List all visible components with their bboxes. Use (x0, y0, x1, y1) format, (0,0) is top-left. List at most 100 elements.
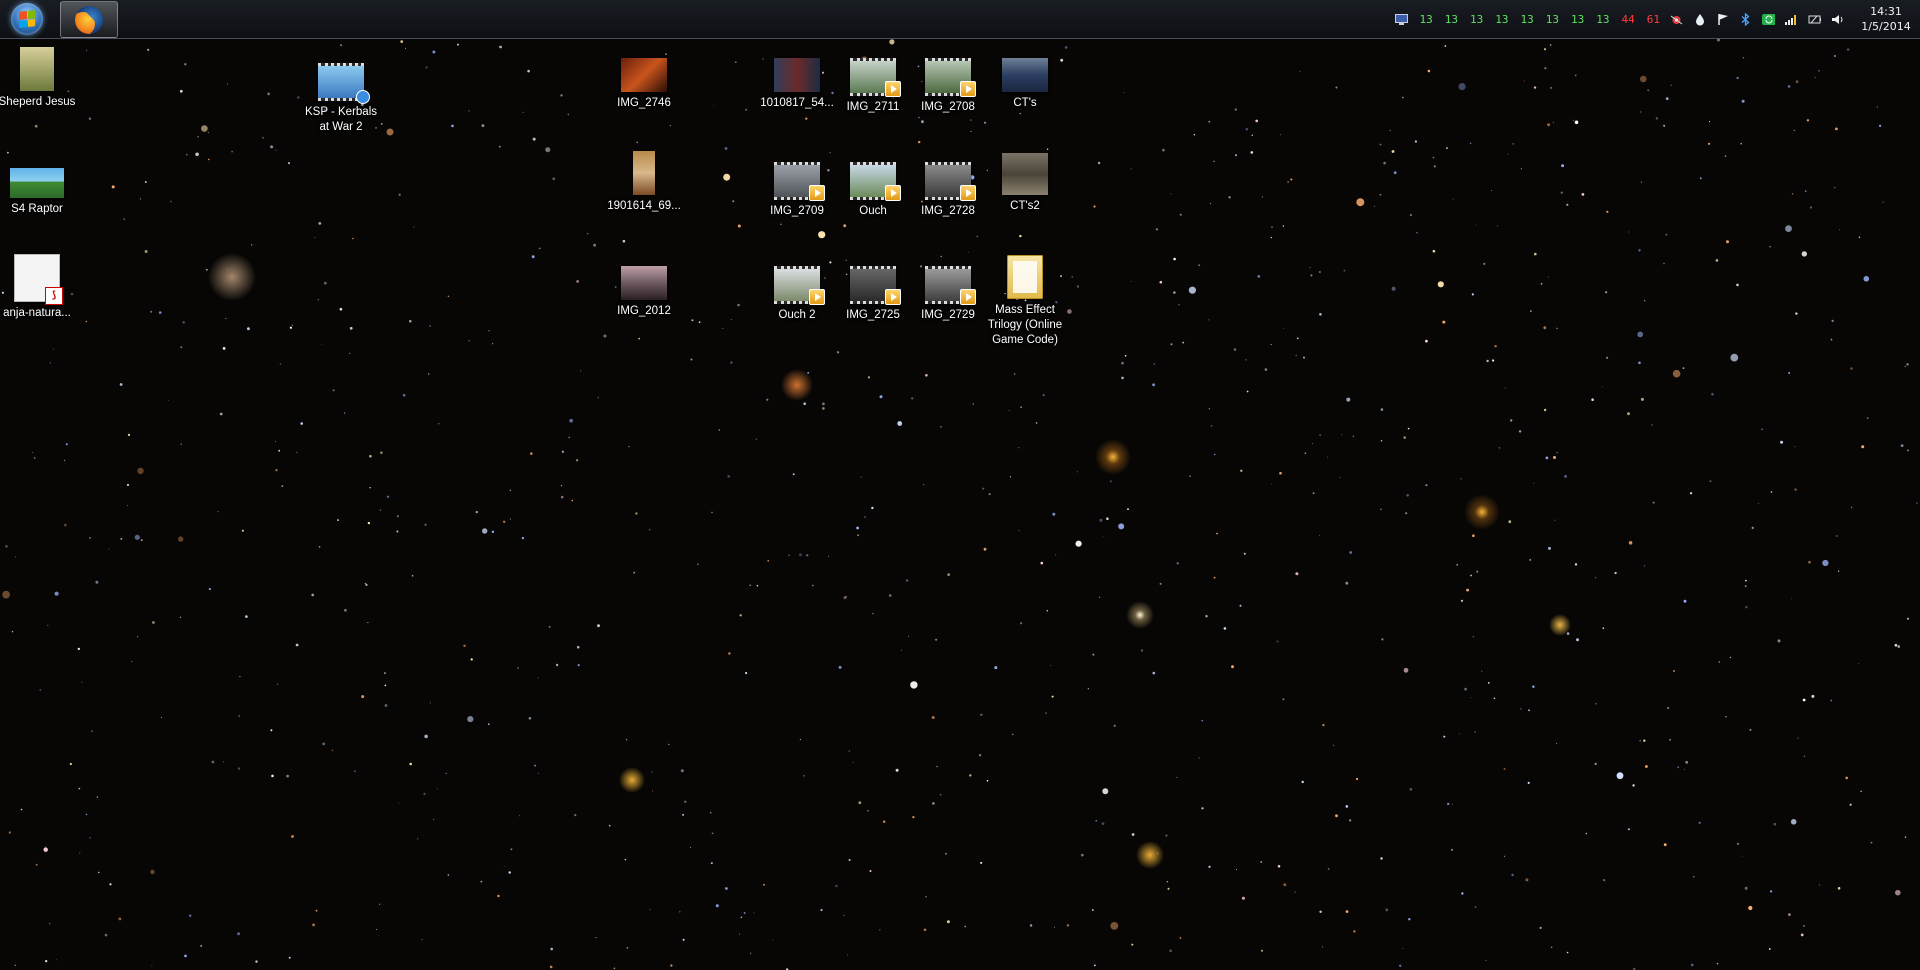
star (1794, 488, 1797, 491)
tray-counter[interactable]: 13 (1420, 13, 1433, 26)
star (1405, 512, 1408, 515)
star (1472, 534, 1475, 537)
star (467, 716, 474, 723)
taskbar-app-firefox[interactable] (60, 1, 118, 38)
star (1425, 339, 1428, 343)
desktop-icon-cts2[interactable]: CT's2 (984, 153, 1066, 214)
tray-counter[interactable]: 13 (1495, 13, 1508, 26)
star (925, 896, 927, 898)
desktop-icon-label: CT's (1013, 97, 1037, 109)
star (1283, 883, 1287, 887)
star (111, 185, 115, 189)
star (843, 914, 845, 916)
star (978, 754, 982, 757)
desktop-icon-ouch-2[interactable]: Ouch 2 (756, 266, 838, 323)
desktop-icon-img-2746[interactable]: IMG_2746 (603, 58, 685, 111)
tray-counter[interactable]: 13 (1470, 13, 1483, 26)
tray-counter[interactable]: 44 (1622, 13, 1635, 26)
star (1594, 577, 1597, 579)
desktop-icon-ksp-kerbals-at-war-2[interactable]: KSP - Kerbals at War 2 (300, 63, 382, 135)
star (1094, 964, 1096, 967)
star (1822, 559, 1829, 567)
star (1458, 733, 1460, 735)
tray-counter[interactable]: 13 (1546, 13, 1559, 26)
star (1019, 234, 1022, 238)
sync-icon[interactable] (1762, 13, 1775, 26)
star (1239, 604, 1242, 607)
star (432, 50, 436, 54)
star (772, 939, 774, 941)
star (982, 487, 985, 490)
desktop-icon-sheperd-jesus[interactable]: Sheperd Jesus (0, 47, 78, 110)
start-button[interactable] (4, 1, 50, 37)
star (1255, 119, 1258, 123)
star (1523, 80, 1525, 82)
desktop-icon-img-2728[interactable]: IMG_2728 (907, 162, 989, 219)
desktop-icon-cts[interactable]: CT's (984, 58, 1066, 111)
star (1035, 422, 1038, 424)
star (34, 124, 38, 128)
system-clock[interactable]: 14:31 1/5/2014 (1852, 4, 1920, 34)
star (691, 319, 694, 322)
bug-icon[interactable] (1670, 13, 1683, 26)
desktop-icon-img-2725[interactable]: IMG_2725 (832, 266, 914, 323)
star (1159, 280, 1163, 284)
star (367, 521, 371, 525)
star (970, 131, 972, 132)
star (805, 117, 808, 120)
desktop-icon-anja-natura[interactable]: ⟆ anja-natura... (0, 254, 78, 321)
action-center-flag-icon[interactable] (1716, 13, 1729, 26)
bluetooth-icon[interactable] (1739, 12, 1752, 26)
star (288, 956, 291, 959)
star (988, 493, 991, 496)
desktop-icon-ouch[interactable]: Ouch (832, 162, 914, 219)
star (1507, 153, 1509, 155)
tray-counter[interactable]: 13 (1445, 13, 1458, 26)
star (429, 325, 431, 327)
star (976, 235, 978, 238)
tray-counter[interactable]: 13 (1596, 13, 1609, 26)
star (291, 324, 293, 326)
desktop-icon-1010817-54[interactable]: 1010817_54... (756, 58, 838, 111)
star (109, 883, 112, 886)
desktop-icon-mass-effect-trilogy-folder[interactable]: Mass Effect Trilogy (Online Game Code) (984, 255, 1066, 348)
star (413, 226, 415, 228)
desktop-icon-img-2012[interactable]: IMG_2012 (603, 266, 685, 319)
star (1356, 198, 1365, 207)
desktop-icon-img-2711[interactable]: IMG_2711 (832, 58, 914, 115)
star (222, 761, 224, 763)
tray-counter[interactable]: 61 (1647, 13, 1660, 26)
star (1708, 142, 1711, 145)
star (1663, 262, 1665, 265)
star (1009, 476, 1012, 478)
star (47, 624, 49, 626)
signal-strength-icon[interactable] (1785, 13, 1798, 26)
star (274, 441, 276, 443)
tray-counter[interactable]: 13 (1571, 13, 1584, 26)
star (178, 536, 184, 542)
star (711, 511, 713, 514)
power-icon[interactable] (1808, 13, 1821, 26)
desktop-icon-img-2729[interactable]: IMG_2729 (907, 266, 989, 323)
desktop-icon-1901614-69[interactable]: 1901614_69... (603, 151, 685, 214)
star (555, 663, 559, 667)
star (1527, 781, 1530, 785)
star (1312, 492, 1315, 494)
star (208, 587, 212, 591)
drop-icon[interactable] (1693, 13, 1706, 26)
desktop-icon-img-2709[interactable]: IMG_2709 (756, 162, 838, 219)
star (43, 847, 48, 852)
star (1640, 111, 1642, 113)
star (1179, 213, 1182, 216)
star (1554, 519, 1556, 521)
star (651, 771, 653, 773)
tray-counter[interactable]: 13 (1521, 13, 1534, 26)
desktop-icon-s4-raptor[interactable]: S4 Raptor (0, 168, 78, 217)
desktop-icon-img-2708[interactable]: IMG_2708 (907, 58, 989, 115)
star (739, 933, 740, 935)
star (367, 622, 369, 623)
star (251, 244, 253, 246)
network-monitor-icon[interactable] (1394, 13, 1408, 26)
star (1123, 92, 1125, 94)
volume-icon[interactable] (1831, 13, 1844, 26)
